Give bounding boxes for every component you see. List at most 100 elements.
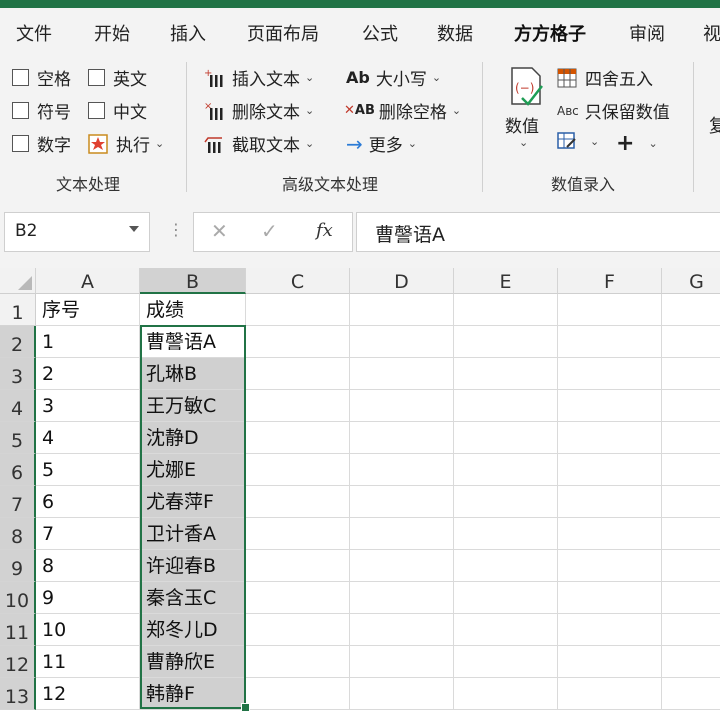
column-header-d[interactable]: D	[350, 268, 454, 294]
cell-e1[interactable]	[454, 294, 558, 326]
cell-g12[interactable]	[662, 646, 720, 678]
tab-data[interactable]: 数据	[437, 20, 473, 46]
insert-text-button[interactable]: + 插入文本 ⌄	[204, 65, 314, 91]
cell-c12[interactable]	[246, 646, 350, 678]
tab-page-layout[interactable]: 页面布局	[247, 20, 319, 46]
tab-file[interactable]: 文件	[16, 20, 52, 46]
row-header-3[interactable]: 3	[0, 358, 36, 390]
cell-f9[interactable]	[558, 550, 662, 582]
cell-e5[interactable]	[454, 422, 558, 454]
cell-a5[interactable]: 4	[36, 422, 140, 454]
cell-f7[interactable]	[558, 486, 662, 518]
cell-c10[interactable]	[246, 582, 350, 614]
checkbox-space[interactable]: 空格	[12, 65, 71, 90]
tab-view[interactable]: 视	[703, 20, 720, 46]
select-all-corner[interactable]	[0, 268, 36, 294]
cell-a12[interactable]: 11	[36, 646, 140, 678]
cell-d4[interactable]	[350, 390, 454, 422]
column-header-c[interactable]: C	[246, 268, 350, 294]
cell-e10[interactable]	[454, 582, 558, 614]
cell-a11[interactable]: 10	[36, 614, 140, 646]
cell-d10[interactable]	[350, 582, 454, 614]
column-header-f[interactable]: F	[558, 268, 662, 294]
name-box[interactable]: B2	[4, 212, 150, 252]
cell-f5[interactable]	[558, 422, 662, 454]
tab-formulas[interactable]: 公式	[362, 20, 398, 46]
cell-d1[interactable]	[350, 294, 454, 326]
cell-b2[interactable]: 曹謦语A	[140, 326, 246, 358]
tab-fangfanggezi[interactable]: 方方格子	[514, 20, 586, 46]
column-header-g[interactable]: G	[662, 268, 720, 294]
cell-a10[interactable]: 9	[36, 582, 140, 614]
row-header-4[interactable]: 4	[0, 390, 36, 422]
tab-insert[interactable]: 插入	[170, 20, 206, 46]
row-header-6[interactable]: 6	[0, 454, 36, 486]
cell-b8[interactable]: 卫计香A	[140, 518, 246, 550]
cell-f1[interactable]	[558, 294, 662, 326]
cell-d5[interactable]	[350, 422, 454, 454]
delete-space-button[interactable]: ✕AB 删除空格 ⌄	[344, 98, 461, 123]
cell-c3[interactable]	[246, 358, 350, 390]
cell-g8[interactable]	[662, 518, 720, 550]
cell-d8[interactable]	[350, 518, 454, 550]
cell-b13[interactable]: 韩静F	[140, 678, 246, 710]
cell-c9[interactable]	[246, 550, 350, 582]
cell-d9[interactable]	[350, 550, 454, 582]
cell-b4[interactable]: 王万敏C	[140, 390, 246, 422]
more-button[interactable]: → 更多 ⌄	[346, 131, 417, 157]
row-header-7[interactable]: 7	[0, 486, 36, 518]
cell-e13[interactable]	[454, 678, 558, 710]
cell-g4[interactable]	[662, 390, 720, 422]
add-button[interactable]: + ⌄	[616, 131, 658, 156]
insert-function-icon[interactable]: fx	[316, 220, 333, 241]
extract-text-button[interactable]: 截取文本 ⌄	[204, 131, 314, 156]
cancel-icon[interactable]: ✕	[211, 219, 228, 243]
cell-g13[interactable]	[662, 678, 720, 710]
cell-a3[interactable]: 2	[36, 358, 140, 390]
cell-a4[interactable]: 3	[36, 390, 140, 422]
value-button[interactable]: (−) 数值 ⌄	[502, 62, 546, 157]
cell-d7[interactable]	[350, 486, 454, 518]
cell-b10[interactable]: 秦含玉C	[140, 582, 246, 614]
cell-b6[interactable]: 尤娜E	[140, 454, 246, 486]
row-header-9[interactable]: 9	[0, 550, 36, 582]
cell-d13[interactable]	[350, 678, 454, 710]
cell-a2[interactable]: 1	[36, 326, 140, 358]
row-header-2[interactable]: 2	[0, 326, 36, 358]
cell-g9[interactable]	[662, 550, 720, 582]
cell-c7[interactable]	[246, 486, 350, 518]
fill-handle[interactable]	[241, 703, 250, 712]
cell-b1[interactable]: 成绩	[140, 294, 246, 326]
checkbox-chinese[interactable]: 中文	[88, 98, 147, 123]
cell-e6[interactable]	[454, 454, 558, 486]
cell-e4[interactable]	[454, 390, 558, 422]
tab-home[interactable]: 开始	[94, 20, 130, 46]
cell-f3[interactable]	[558, 358, 662, 390]
cell-a9[interactable]: 8	[36, 550, 140, 582]
cell-g11[interactable]	[662, 614, 720, 646]
column-header-a[interactable]: A	[36, 268, 140, 294]
row-header-11[interactable]: 11	[0, 614, 36, 646]
cell-a1[interactable]: 序号	[36, 294, 140, 326]
cell-b11[interactable]: 郑冬儿D	[140, 614, 246, 646]
cell-d11[interactable]	[350, 614, 454, 646]
cell-a8[interactable]: 7	[36, 518, 140, 550]
cell-c11[interactable]	[246, 614, 350, 646]
cell-g1[interactable]	[662, 294, 720, 326]
row-header-8[interactable]: 8	[0, 518, 36, 550]
formula-input[interactable]: 曹謦语A	[356, 212, 720, 252]
cell-e11[interactable]	[454, 614, 558, 646]
cell-a6[interactable]: 5	[36, 454, 140, 486]
delete-text-button[interactable]: × 删除文本 ⌄	[204, 98, 314, 124]
column-header-b[interactable]: B	[140, 268, 246, 294]
cell-e3[interactable]	[454, 358, 558, 390]
cell-f6[interactable]	[558, 454, 662, 486]
cell-f12[interactable]	[558, 646, 662, 678]
execute-button[interactable]: 执行 ⌄	[88, 131, 164, 156]
row-header-5[interactable]: 5	[0, 422, 36, 454]
cell-b3[interactable]: 孔琳B	[140, 358, 246, 390]
tab-review[interactable]: 审阅	[629, 20, 665, 46]
cell-c13[interactable]	[246, 678, 350, 710]
column-header-e[interactable]: E	[454, 268, 558, 294]
cell-f4[interactable]	[558, 390, 662, 422]
